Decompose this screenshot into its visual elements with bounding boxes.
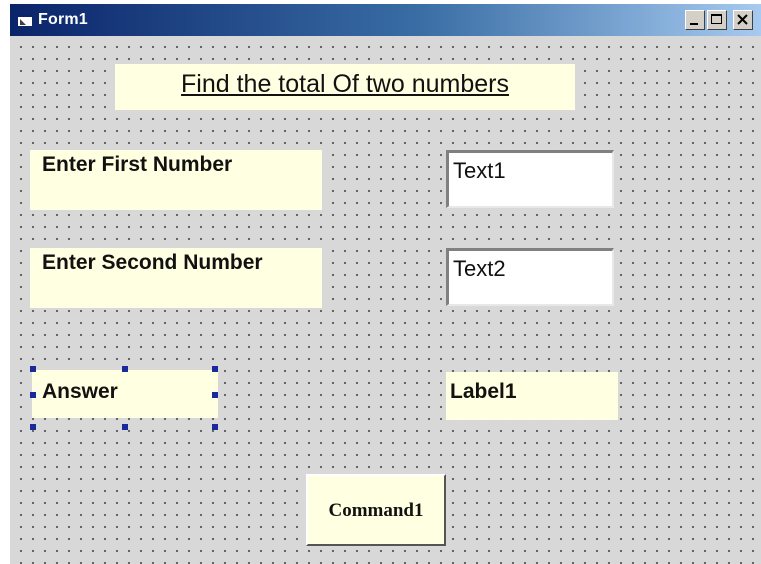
text1-textbox[interactable]: Text1 [446, 150, 614, 208]
resize-handle-bottom-right[interactable] [212, 424, 218, 430]
heading-label: Find the total Of two numbers [115, 64, 575, 110]
resize-handle-right[interactable] [212, 392, 218, 398]
close-button[interactable] [733, 10, 753, 30]
minimize-icon [690, 23, 698, 25]
form-window: Form1 Find the total Of two numbers Ente… [10, 4, 761, 564]
resize-handle-top[interactable] [122, 366, 128, 372]
form-icon [18, 14, 32, 26]
command1-button[interactable]: Command1 [306, 474, 446, 546]
resize-handle-top-left[interactable] [30, 366, 36, 372]
minimize-button[interactable] [685, 10, 705, 30]
title-bar[interactable]: Form1 [10, 4, 761, 36]
form-design-grid[interactable]: Find the total Of two numbers Enter Firs… [10, 36, 761, 564]
maximize-button[interactable] [707, 10, 727, 30]
second-number-label: Enter Second Number [30, 248, 322, 308]
close-icon [737, 14, 748, 25]
window-title: Form1 [38, 11, 88, 28]
maximize-icon [711, 14, 722, 24]
resize-handle-top-right[interactable] [212, 366, 218, 372]
first-number-label: Enter First Number [30, 150, 322, 210]
answer-label[interactable]: Answer [32, 370, 218, 418]
resize-handle-bottom[interactable] [122, 424, 128, 430]
resize-handle-bottom-left[interactable] [30, 424, 36, 430]
resize-handle-left[interactable] [30, 392, 36, 398]
result-label: Label1 [446, 372, 618, 420]
text2-textbox[interactable]: Text2 [446, 248, 614, 306]
